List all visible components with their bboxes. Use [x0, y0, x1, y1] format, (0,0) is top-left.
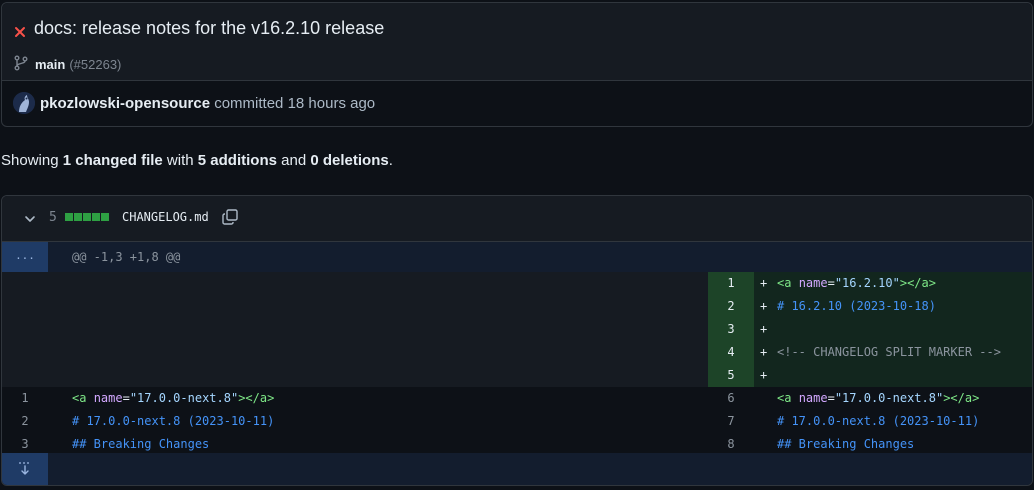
commit-header: docs: release notes for the v16.2.10 rel…: [2, 3, 1032, 81]
line-number[interactable]: 7: [708, 410, 754, 433]
code-line: # 17.0.0-next.8 (2023-10-11): [72, 414, 275, 428]
copy-icon[interactable]: [221, 208, 239, 226]
diffstat-block: [92, 213, 100, 221]
diff-row-context: 2 # 17.0.0-next.8 (2023-10-11) 7 # 17.0.…: [2, 410, 1032, 433]
diffstat-block: [74, 213, 82, 221]
code-line: # 16.2.10 (2023-10-18): [777, 299, 936, 313]
line-number[interactable]: 6: [708, 387, 754, 410]
right-cell: 6 <a name="17.0.0-next.8"></a>: [708, 387, 1032, 410]
summary-additions: 5 additions: [197, 152, 277, 169]
file-name[interactable]: CHANGELOG.md: [122, 210, 209, 224]
diffstat-block: [83, 213, 91, 221]
diffstat-block: [65, 213, 73, 221]
chevron-down-icon[interactable]: [23, 212, 37, 226]
summary-prefix: Showing: [1, 152, 59, 169]
x-icon: [15, 27, 25, 37]
file-header: 5 CHANGELOG.md: [2, 196, 1032, 242]
branch-line: main (#52263): [35, 57, 121, 72]
left-cell: 2 # 17.0.0-next.8 (2023-10-11): [2, 410, 708, 433]
diff-row-added: 1 + <a name="16.2.10"></a>: [2, 272, 1032, 295]
pr-link[interactable]: (#52263): [69, 57, 121, 72]
summary-deletions: 0 deletions: [310, 152, 389, 169]
commit-time: 18 hours ago: [287, 95, 376, 112]
added-cell: 2 + # 16.2.10 (2023-10-18): [708, 295, 1032, 318]
expand-down-button[interactable]: [2, 453, 48, 485]
code-line: <!-- CHANGELOG SPLIT MARKER -->: [777, 345, 1001, 359]
diffstat-block: [101, 213, 109, 221]
line-number[interactable]: 4: [708, 341, 754, 364]
add-marker: +: [760, 276, 768, 290]
avatar[interactable]: [13, 92, 35, 114]
added-cell: 5 +: [708, 364, 1032, 387]
expand-up-button[interactable]: ...: [2, 242, 48, 272]
diffstat: [65, 213, 109, 221]
empty-left-cell: [2, 318, 708, 341]
commit-box: docs: release notes for the v16.2.10 rel…: [1, 2, 1033, 127]
file-diff: 5 CHANGELOG.md ... @@ -1,3 +1,8 @@ 1 + <…: [1, 195, 1033, 486]
author-row: pkozlowski-opensource committed 18 hours…: [2, 81, 1032, 127]
add-marker: +: [760, 368, 768, 382]
summary-and: and: [281, 152, 307, 169]
left-cell: 1 <a name="17.0.0-next.8"></a>: [2, 387, 708, 410]
added-cell: 1 + <a name="16.2.10"></a>: [708, 272, 1032, 295]
empty-left-cell: [2, 364, 708, 387]
summary-end: .: [388, 152, 393, 169]
empty-left-cell: [2, 341, 708, 364]
diff-row-added: 4 + <!-- CHANGELOG SPLIT MARKER -->: [2, 341, 1032, 364]
line-number[interactable]: 2: [2, 410, 48, 433]
added-cell: 4 + <!-- CHANGELOG SPLIT MARKER -->: [708, 341, 1032, 364]
commit-title[interactable]: docs: release notes for the v16.2.10 rel…: [34, 18, 384, 39]
code-line: <a name="17.0.0-next.8"></a>: [72, 391, 275, 405]
line-number[interactable]: 3: [708, 318, 754, 341]
diff-row-added: 3 +: [2, 318, 1032, 341]
code-line: <a name="17.0.0-next.8"></a>: [777, 391, 980, 405]
diff-summary: Showing 1 changed file with 5 additions …: [1, 152, 393, 169]
branch-name[interactable]: main: [35, 57, 65, 72]
hunk-header-row: ... @@ -1,3 +1,8 @@: [2, 242, 1032, 272]
diff-row-added: 5 +: [2, 364, 1032, 387]
add-marker: +: [760, 299, 768, 313]
line-number[interactable]: 1: [708, 272, 754, 295]
summary-files: 1 changed file: [62, 152, 163, 169]
change-count: 5: [49, 210, 57, 225]
code-line: # 17.0.0-next.8 (2023-10-11): [777, 414, 980, 428]
branch-icon: [14, 55, 28, 71]
line-number[interactable]: 1: [2, 387, 48, 410]
code-line: <a name="16.2.10"></a>: [777, 276, 936, 290]
summary-with: with: [166, 152, 194, 169]
empty-left-cell: [2, 272, 708, 295]
line-number[interactable]: 2: [708, 295, 754, 318]
author-line: pkozlowski-opensource committed 18 hours…: [40, 95, 375, 112]
hunk-header: @@ -1,3 +1,8 @@: [72, 250, 181, 264]
empty-left-cell: [2, 295, 708, 318]
unfold-icon: [19, 462, 31, 475]
add-marker: +: [760, 322, 768, 336]
diff-row-added: 2 + # 16.2.10 (2023-10-18): [2, 295, 1032, 318]
diff-row-context: 1 <a name="17.0.0-next.8"></a> 6 <a name…: [2, 387, 1032, 410]
hunk-footer-row: [2, 453, 1032, 485]
added-cell: 3 +: [708, 318, 1032, 341]
right-cell: 7 # 17.0.0-next.8 (2023-10-11): [708, 410, 1032, 433]
line-number[interactable]: 5: [708, 364, 754, 387]
add-marker: +: [760, 345, 768, 359]
author-name[interactable]: pkozlowski-opensource: [40, 95, 210, 112]
commit-action: committed: [214, 95, 284, 112]
